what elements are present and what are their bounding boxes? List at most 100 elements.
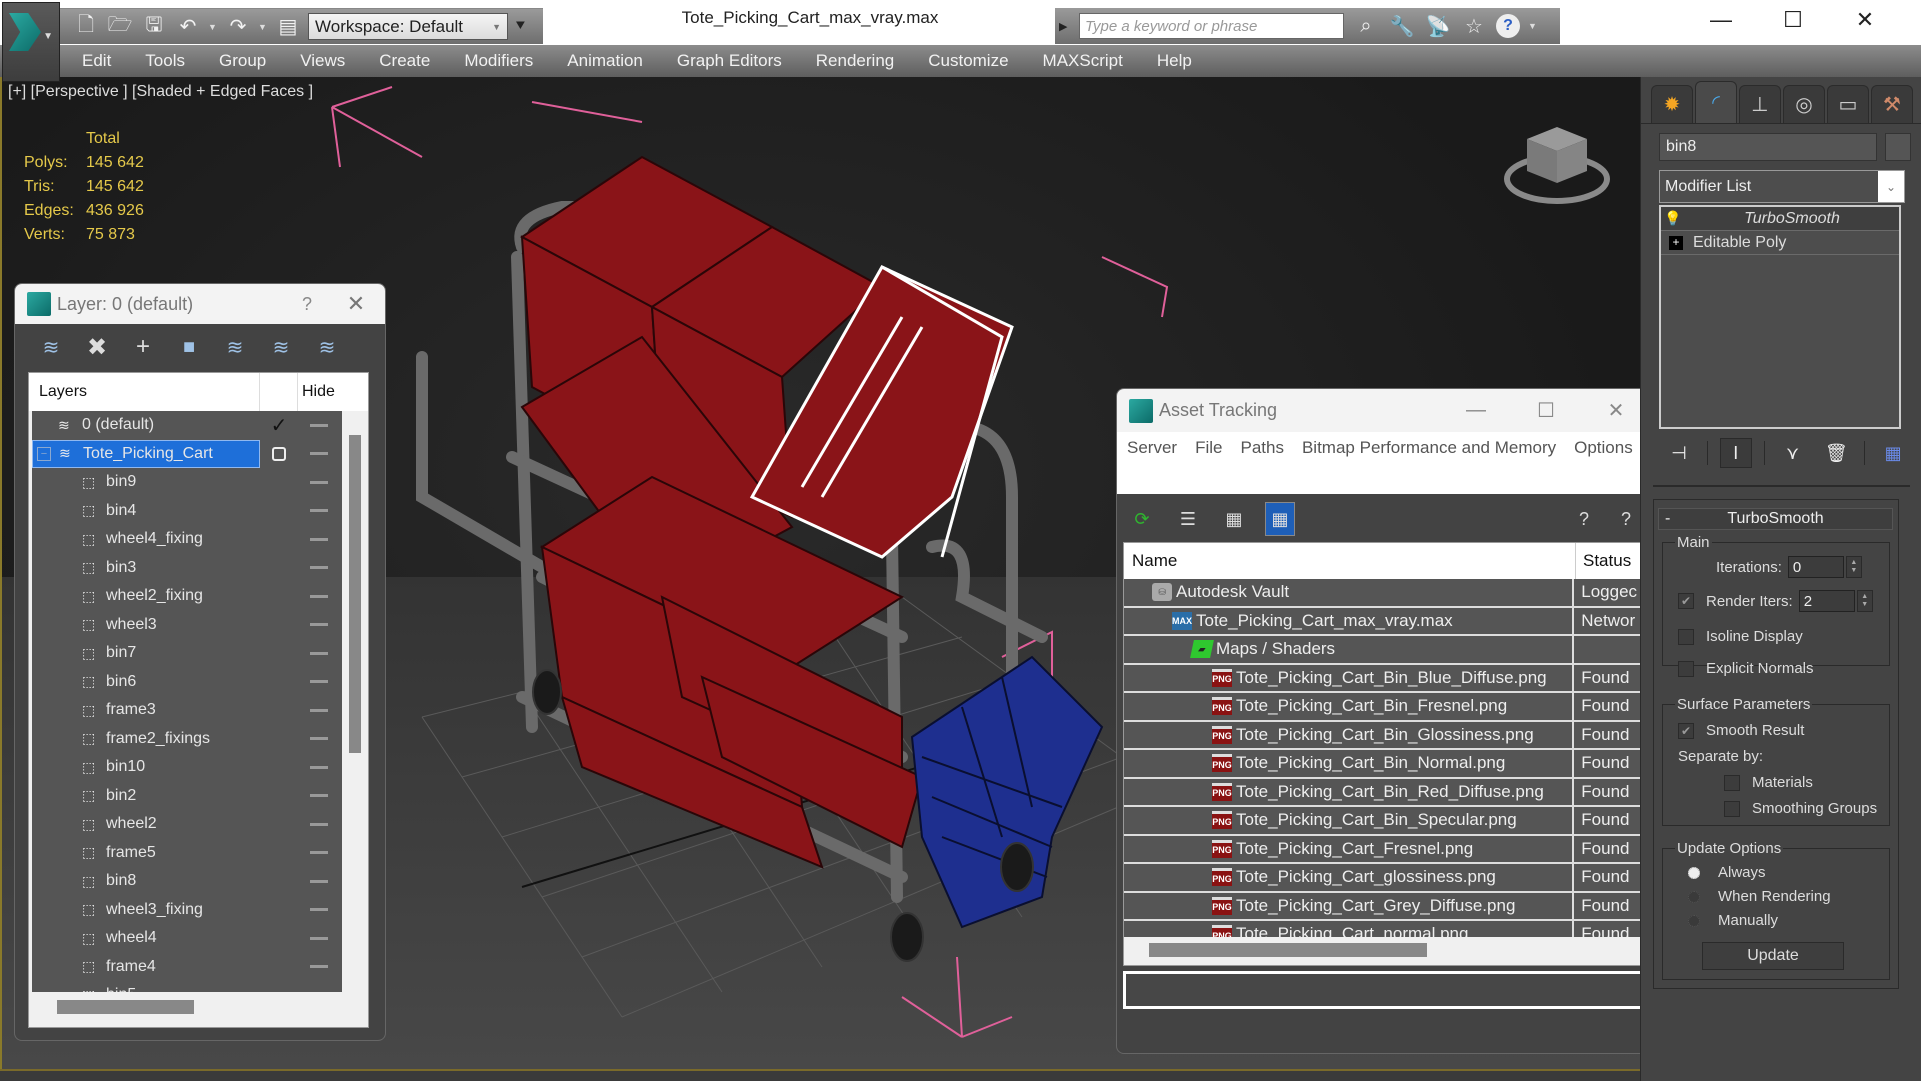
column-header-current[interactable]: [259, 373, 297, 411]
object-row[interactable]: ⬚ wheel3_fixing: [32, 896, 342, 925]
scrollbar-thumb[interactable]: [349, 435, 361, 753]
radio-when-rendering-row[interactable]: When Rendering: [1688, 888, 1831, 905]
menu-edit[interactable]: Edit: [82, 51, 111, 71]
asset-path-field[interactable]: [1123, 971, 1645, 1009]
close-button[interactable]: ✕: [327, 291, 385, 317]
asset-horizontal-scrollbar[interactable]: [1124, 937, 1644, 965]
configure-modifier-sets-icon[interactable]: ▦: [1877, 438, 1909, 468]
object-row[interactable]: ⬚ frame4: [32, 953, 342, 982]
name-cell[interactable]: − ≋ Tote_Picking_Cart: [32, 439, 260, 468]
layer-row[interactable]: ≋ 0 (default) ✓: [32, 411, 342, 440]
modifier-list-dropdown[interactable]: Modifier List ⌄: [1659, 170, 1905, 203]
viewport-label-menu[interactable]: [+] [Perspective ] [Shaded + Edged Faces…: [8, 83, 313, 101]
object-row[interactable]: ⬚ wheel2_fixing: [32, 582, 342, 611]
name-cell[interactable]: ⬚ wheel2_fixing: [32, 582, 260, 610]
hide-toggle[interactable]: [298, 851, 340, 855]
object-row[interactable]: ⬚ bin6: [32, 668, 342, 697]
object-row[interactable]: ⬚ bin9: [32, 468, 342, 497]
open-folder-icon[interactable]: 🗁: [106, 14, 134, 40]
set-current-checkbox[interactable]: [272, 446, 286, 461]
radio-always-row[interactable]: Always: [1688, 864, 1766, 881]
materials-checkbox[interactable]: [1724, 774, 1740, 791]
menu-maxscript[interactable]: MAXScript: [1043, 51, 1123, 71]
tab-create[interactable]: ✹: [1651, 85, 1693, 123]
communication-center-icon[interactable]: 📡: [1424, 14, 1452, 39]
hide-toggle[interactable]: [298, 566, 340, 570]
object-row[interactable]: ⬚ wheel2: [32, 810, 342, 839]
redo-dropdown-icon[interactable]: ▼: [258, 22, 268, 32]
minimize-button[interactable]: —: [1441, 399, 1511, 422]
customize-quick-access-icon[interactable]: ⯆: [514, 18, 532, 36]
hide-toggle[interactable]: [298, 480, 340, 484]
update-button[interactable]: Update: [1702, 942, 1844, 970]
menu-rendering[interactable]: Rendering: [816, 51, 894, 71]
menu-graph-editors[interactable]: Graph Editors: [677, 51, 782, 71]
help-button[interactable]: ?: [287, 294, 327, 315]
asset-row[interactable]: PNG Tote_Picking_Cart_Bin_Blue_Diffuse.pn…: [1124, 664, 1644, 693]
new-file-icon[interactable]: 🗋: [72, 14, 100, 40]
redo-icon[interactable]: ↷: [224, 14, 252, 40]
object-row[interactable]: ⬚ frame2_fixings: [32, 725, 342, 754]
hide-toggle[interactable]: [298, 936, 340, 940]
name-cell[interactable]: ⬚ bin10: [32, 753, 260, 781]
menu-modifiers[interactable]: Modifiers: [464, 51, 533, 71]
iterations-field[interactable]: [1787, 556, 1844, 578]
tab-hierarchy[interactable]: ⊥: [1739, 85, 1781, 123]
delete-layer-icon[interactable]: ✖: [83, 333, 111, 361]
layer-row[interactable]: − ≋ Tote_Picking_Cart: [32, 439, 342, 469]
object-row[interactable]: ⬚ bin8: [32, 867, 342, 896]
hide-toggle[interactable]: [298, 708, 340, 712]
list-view-icon[interactable]: ☰: [1173, 504, 1203, 534]
asset-row[interactable]: PNG Tote_Picking_Cart_Grey_Diffuse.png Fou…: [1124, 892, 1644, 921]
asset-menu-file[interactable]: File: [1195, 438, 1222, 458]
scrollbar-thumb[interactable]: [1149, 943, 1427, 957]
context-help-icon[interactable]: ?: [1611, 504, 1641, 534]
object-row[interactable]: ⬚ frame5: [32, 839, 342, 868]
name-cell[interactable]: ⬚ frame3: [32, 696, 260, 724]
iterations-spinner[interactable]: ▲ ▼: [1845, 556, 1862, 578]
rollout-header[interactable]: - TurboSmooth: [1658, 508, 1893, 530]
menu-customize[interactable]: Customize: [928, 51, 1008, 71]
column-header-name[interactable]: Name: [1124, 543, 1576, 579]
maximize-button[interactable]: ☐: [1511, 398, 1581, 423]
tab-utilities[interactable]: ⚒: [1871, 85, 1913, 123]
layer-dialog-titlebar[interactable]: Layer: 0 (default) ? ✕: [15, 284, 385, 324]
hide-toggle[interactable]: [298, 537, 340, 541]
layer-horizontal-scrollbar[interactable]: [32, 993, 342, 1025]
asset-row[interactable]: PNG Tote_Picking_Cart_glossiness.png Found: [1124, 863, 1644, 893]
hide-freeze-layers-icon[interactable]: ≋: [313, 333, 341, 361]
name-cell[interactable]: ⬚ wheel3_fixing: [32, 896, 260, 924]
render-iters-checkbox[interactable]: ✔: [1678, 593, 1694, 609]
asset-menu-options[interactable]: Options: [1574, 438, 1633, 458]
object-color-swatch[interactable]: [1885, 133, 1911, 161]
asset-menu-bitmap-performance[interactable]: Bitmap Performance and Memory: [1302, 438, 1556, 458]
name-cell[interactable]: ≋ 0 (default): [32, 411, 260, 439]
help-dropdown-icon[interactable]: ▼: [1528, 21, 1538, 31]
current-layer-cell[interactable]: [260, 446, 298, 461]
asset-row[interactable]: PNG Tote_Picking_Cart_Bin_Fresnel.png Foun…: [1124, 692, 1644, 722]
object-row[interactable]: ⬚ bin10: [32, 753, 342, 782]
pin-stack-icon[interactable]: ⊣: [1663, 438, 1695, 468]
key-tools-icon[interactable]: 🔧: [1388, 14, 1416, 39]
object-name-field[interactable]: [1659, 133, 1877, 161]
column-header-layers[interactable]: Layers: [29, 383, 259, 401]
radio-always[interactable]: [1688, 866, 1700, 879]
hide-toggle[interactable]: [298, 651, 340, 655]
name-cell[interactable]: ⬚ wheel4_fixing: [32, 525, 260, 553]
select-layer-icon[interactable]: ≋: [221, 333, 249, 361]
asset-row[interactable]: ⛁ Autodesk Vault Loggec: [1124, 578, 1644, 608]
hide-toggle[interactable]: [298, 794, 340, 798]
object-row[interactable]: ⬚ wheel4_fixing: [32, 525, 342, 554]
hide-toggle[interactable]: [298, 452, 340, 456]
name-cell[interactable]: ⬚ bin8: [32, 867, 260, 895]
asset-row[interactable]: PNG Tote_Picking_Cart_Bin_Glossiness.png F…: [1124, 721, 1644, 750]
collapse-icon[interactable]: −: [37, 446, 51, 461]
workspace-dropdown[interactable]: Workspace: Default ▼: [308, 13, 508, 40]
stack-item-turbosmooth[interactable]: 💡 TurboSmooth: [1661, 207, 1899, 231]
object-row[interactable]: ⬚ bin3: [32, 554, 342, 583]
layer-vertical-scrollbar[interactable]: [346, 411, 366, 992]
name-cell[interactable]: ⬚ wheel4: [32, 924, 260, 952]
table-view-icon[interactable]: ▦: [1265, 502, 1295, 536]
asset-row[interactable]: ▰ Maps / Shaders: [1124, 635, 1644, 665]
asset-dialog-titlebar[interactable]: Asset Tracking — ☐ ✕: [1117, 389, 1651, 432]
